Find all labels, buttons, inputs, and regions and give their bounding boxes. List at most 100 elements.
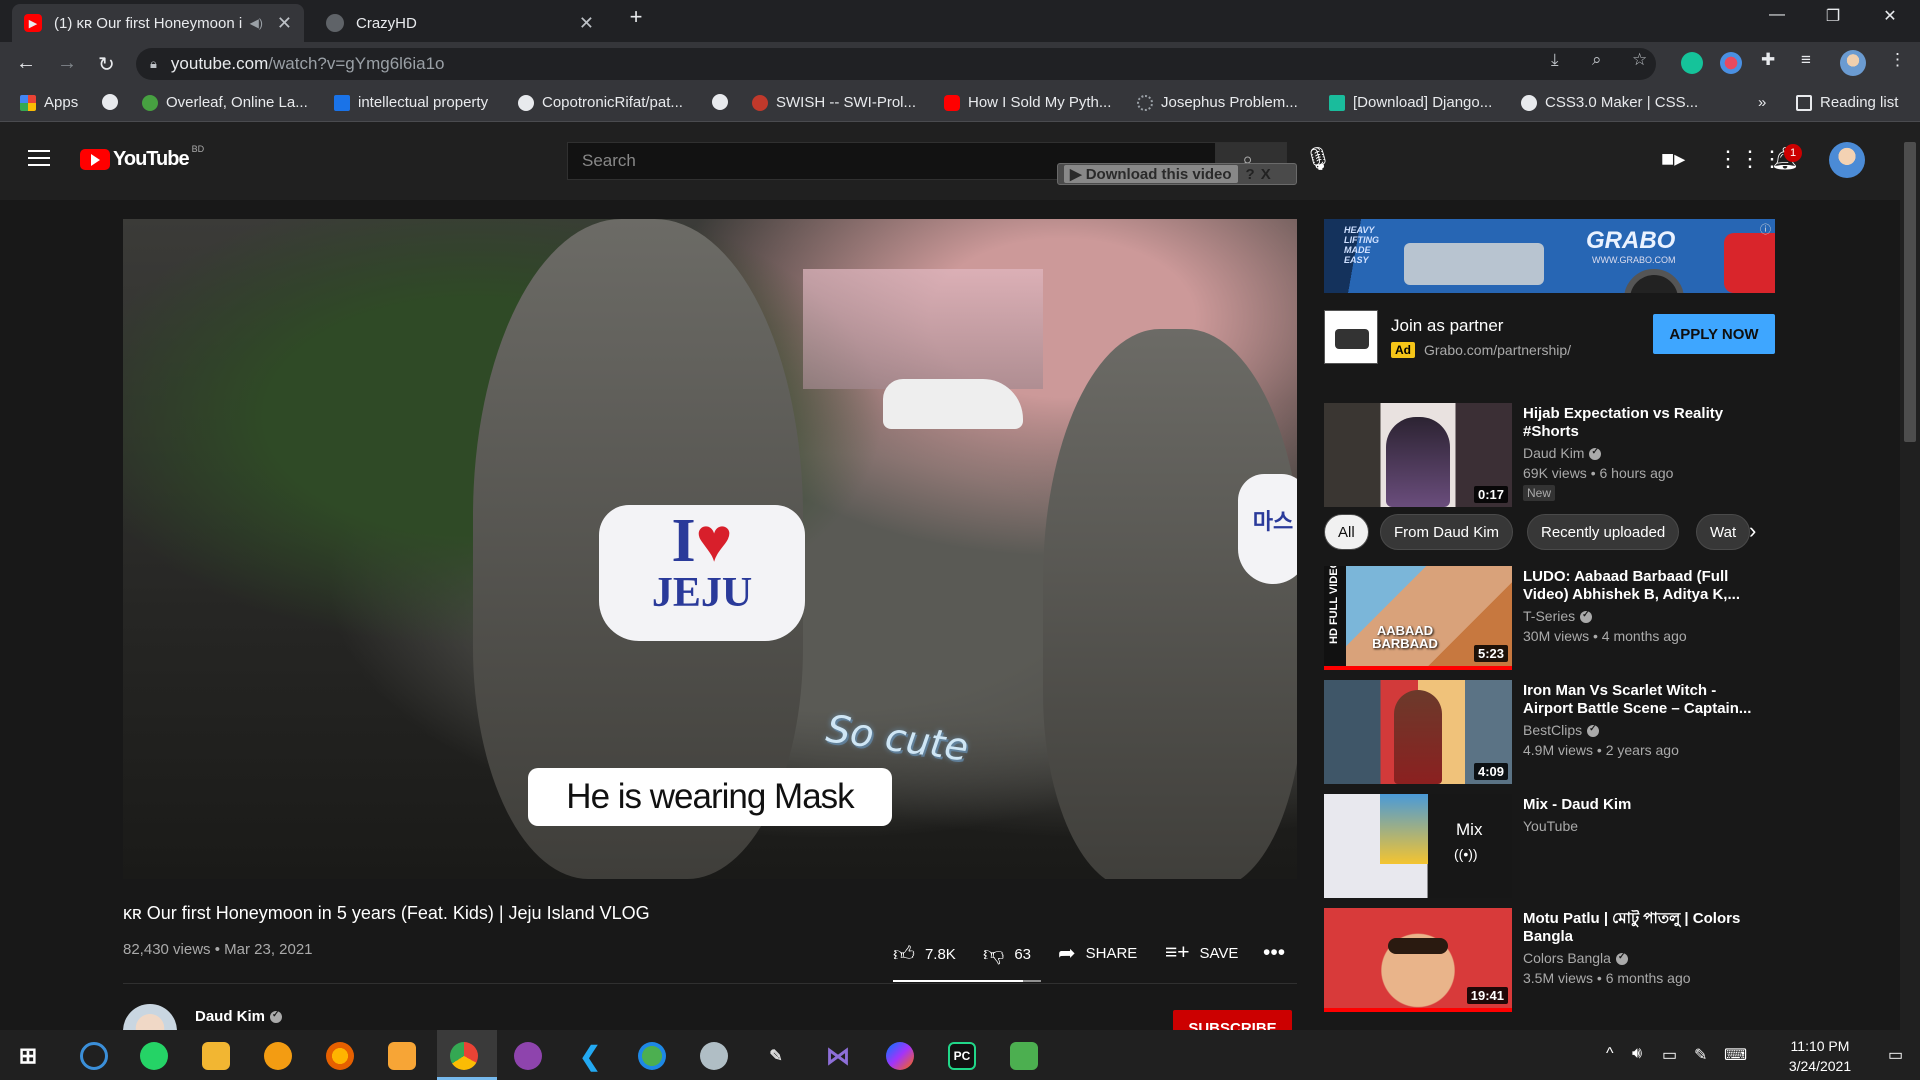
app-icon[interactable] — [388, 1042, 416, 1070]
new-tab-button[interactable]: + — [616, 4, 656, 30]
video-thumbnail[interactable]: HD FULL VIDEO AABAAD BARBAAD 5:23 — [1324, 566, 1512, 670]
bookmark-globe-1[interactable] — [102, 94, 126, 110]
close-window-icon[interactable]: ✕ — [1870, 6, 1910, 26]
close-tab-icon[interactable]: ✕ — [277, 13, 292, 34]
video-thumbnail[interactable]: 19:41 — [1324, 908, 1512, 1012]
bookmark-swish[interactable]: SWISH -- SWI-Prol... — [752, 94, 916, 111]
like-button[interactable]: 👍︎ 7.8K — [893, 941, 956, 967]
app-icon[interactable] — [1010, 1042, 1038, 1070]
bookmark-css3[interactable]: CSS3.0 Maker | CSS... — [1521, 94, 1698, 111]
zoom-icon[interactable]: ⌕ — [1592, 50, 1602, 70]
bookmark-josephus[interactable]: Josephus Problem... — [1137, 94, 1298, 111]
save-playlist-icon: ≡+ — [1165, 941, 1190, 964]
bookmark-star-icon[interactable]: ☆ — [1632, 50, 1647, 70]
bookmark-globe-2[interactable] — [712, 94, 736, 110]
system-clock[interactable]: 11:10 PM 3/24/2021 — [1765, 1036, 1875, 1076]
chip-recently-uploaded[interactable]: Recently uploaded — [1527, 514, 1680, 550]
bookmark-intellectual-property[interactable]: intellectual property — [334, 94, 488, 111]
bookmark-overleaf[interactable]: Overleaf, Online La... — [142, 94, 308, 111]
whatsapp-icon[interactable] — [140, 1042, 168, 1070]
address-bar[interactable]: 🔒︎ youtube.com /watch?v=gYmg6l6ia1o — [136, 48, 1656, 80]
dislike-button[interactable]: 👎︎ 63 — [983, 941, 1031, 967]
minimize-icon[interactable]: — — [1757, 6, 1797, 24]
pycharm-icon[interactable]: PC — [948, 1042, 976, 1070]
messenger-icon[interactable] — [886, 1042, 914, 1070]
back-icon[interactable]: ← — [16, 52, 36, 75]
close-tab-icon[interactable]: ✕ — [579, 13, 594, 34]
action-center-icon[interactable]: ▭ — [1888, 1045, 1903, 1065]
download-video-bar[interactable]: ▶ Download this video ? X — [1057, 163, 1297, 185]
download-help-icon[interactable]: ? — [1246, 166, 1255, 183]
more-actions-button[interactable]: ••• — [1263, 941, 1295, 965]
ad-promo[interactable]: Join as partner Ad Grabo.com/partnership… — [1324, 310, 1775, 366]
app-icon[interactable] — [264, 1042, 292, 1070]
download-close-icon[interactable]: X — [1261, 166, 1271, 183]
firefox-icon[interactable] — [326, 1042, 354, 1070]
hamburger-menu-icon[interactable] — [28, 150, 50, 171]
save-button[interactable]: ≡+ SAVE — [1165, 941, 1238, 965]
forward-icon[interactable]: → — [57, 52, 77, 75]
profile-avatar[interactable] — [1840, 50, 1866, 76]
volume-icon[interactable]: 🔊︎ — [1632, 1045, 1642, 1063]
channel-name[interactable]: Daud Kim — [195, 1008, 283, 1025]
video-thumbnail[interactable]: 0:17 — [1324, 403, 1512, 507]
install-icon[interactable]: ⤓ — [1551, 50, 1559, 70]
extension-icon[interactable] — [1720, 52, 1742, 74]
app-icon[interactable]: ✎ — [762, 1042, 790, 1070]
jeju-mask: I♥ JEJU — [599, 505, 805, 641]
ad-banner[interactable]: HEAVY LIFTING MADE EASY GRABO WWW.GRABO.… — [1324, 219, 1775, 293]
microphone-icon[interactable]: 🎙︎ — [1304, 146, 1332, 172]
download-video-button[interactable]: ▶ Download this video — [1064, 165, 1238, 183]
share-button[interactable]: ➦ SHARE — [1058, 941, 1137, 966]
restore-icon[interactable]: ❐ — [1813, 6, 1853, 26]
chip-all[interactable]: All — [1324, 514, 1369, 550]
tray-chevron-up-icon[interactable]: ^ — [1606, 1045, 1614, 1063]
media-control-icon[interactable]: ≡ — [1801, 50, 1811, 70]
bookmark-youtube[interactable]: How I Sold My Pyth... — [944, 94, 1111, 111]
recommendation-item[interactable]: 4:09 Iron Man Vs Scarlet Witch - Airport… — [1324, 680, 1775, 784]
channel-avatar[interactable] — [123, 1004, 177, 1030]
apply-now-button[interactable]: APPLY NOW — [1653, 314, 1775, 354]
recommendation-item[interactable]: HD FULL VIDEO AABAAD BARBAAD 5:23 LUDO: … — [1324, 566, 1775, 670]
windows-start-icon[interactable]: ⊞ — [14, 1042, 42, 1070]
account-avatar[interactable] — [1829, 142, 1865, 178]
lock-icon[interactable]: 🔒︎ — [150, 56, 157, 72]
create-video-icon[interactable]: ■▸ — [1661, 146, 1685, 172]
bookmarks-overflow-button[interactable]: » — [1758, 94, 1766, 111]
chip-watched[interactable]: Wat — [1696, 514, 1751, 550]
reading-list-button[interactable]: Reading list — [1796, 94, 1898, 111]
video-thumbnail[interactable]: Mix ((•)) — [1324, 794, 1512, 898]
video-thumbnail[interactable]: 4:09 — [1324, 680, 1512, 784]
extensions-puzzle-icon[interactable]: ✚ — [1761, 50, 1775, 70]
scrollbar-thumb[interactable] — [1904, 142, 1916, 442]
github-desktop-icon[interactable] — [514, 1042, 542, 1070]
tab-youtube[interactable]: ▶ (1) ᴋʀ Our first Honeymoon i ◀) ✕ — [12, 4, 304, 42]
chrome-icon[interactable] — [450, 1042, 478, 1070]
bookmark-django[interactable]: [Download] Django... — [1329, 94, 1492, 111]
pen-icon[interactable]: ✎ — [1694, 1045, 1707, 1065]
youtube-logo[interactable]: YouTube BD — [80, 144, 204, 171]
recommendation-item[interactable]: 0:17 Hijab Expectation vs Reality #Short… — [1324, 403, 1775, 507]
app-icon[interactable] — [80, 1042, 108, 1070]
keyboard-icon[interactable]: ⌨ — [1724, 1045, 1747, 1065]
chevron-right-icon[interactable]: › — [1749, 518, 1756, 544]
recommendation-item[interactable]: Mix ((•)) Mix - Daud Kim YouTube — [1324, 794, 1775, 898]
tab-crazyhd[interactable]: CrazyHD ✕ — [314, 4, 606, 42]
recommendation-item[interactable]: 19:41 Motu Patlu | মোটু পাতলু | Colors B… — [1324, 908, 1775, 1012]
vscode-icon[interactable]: ❮ — [576, 1041, 604, 1071]
grammarly-extension-icon[interactable] — [1681, 52, 1703, 74]
menu-kebab-icon[interactable]: ⋮ — [1889, 50, 1906, 70]
visual-studio-icon[interactable]: ⋈ — [824, 1042, 852, 1070]
ad-info-icon[interactable]: ⓘ — [1760, 221, 1771, 237]
bookmark-github[interactable]: CopotronicRifat/pat... — [518, 94, 683, 111]
app-icon[interactable] — [638, 1042, 666, 1070]
network-icon[interactable]: ▭ — [1662, 1045, 1677, 1065]
file-explorer-icon[interactable] — [202, 1042, 230, 1070]
reload-icon[interactable]: ↻ — [98, 52, 115, 77]
subscribe-button[interactable]: SUBSCRIBE — [1173, 1010, 1292, 1030]
video-player[interactable]: I♥ JEJU 마스 So cute He is wearing Mask — [123, 219, 1297, 879]
bookmark-apps[interactable]: Apps — [20, 94, 78, 111]
app-icon[interactable] — [700, 1042, 728, 1070]
audio-playing-icon[interactable]: ◀) — [250, 16, 263, 30]
chip-from-daud-kim[interactable]: From Daud Kim — [1380, 514, 1514, 550]
